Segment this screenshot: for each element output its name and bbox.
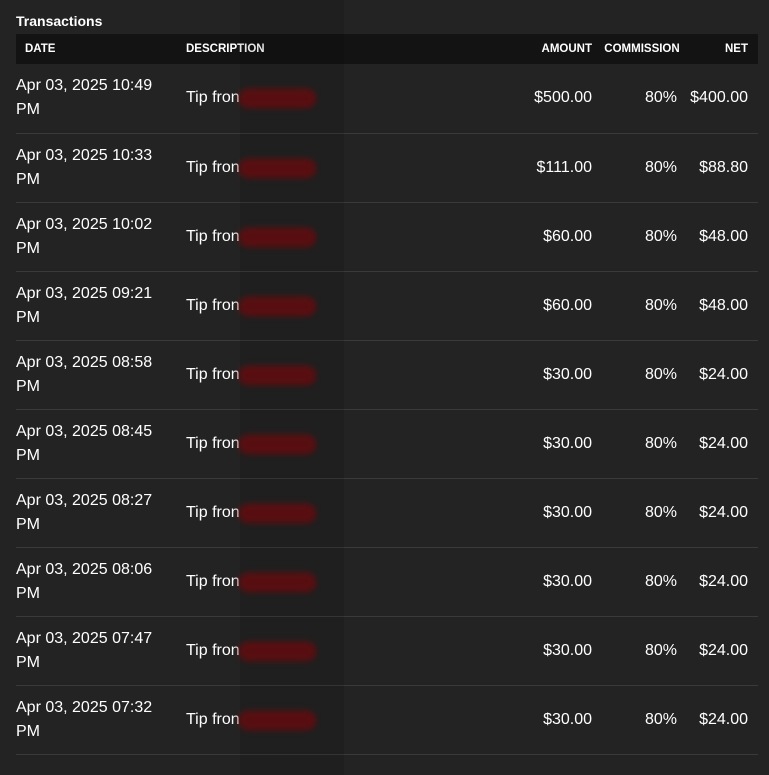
transaction-net: $48.00	[699, 296, 748, 314]
column-header-amount[interactable]: AMOUNT	[521, 34, 597, 64]
transaction-description: Tip fron	[186, 572, 240, 590]
table-row[interactable]: Apr 03, 2025 08:58 PM Tip fron $30.00 80…	[16, 340, 758, 409]
transaction-date: Apr 03, 2025 08:06 PM	[16, 560, 153, 602]
transaction-commission: 80%	[644, 227, 677, 245]
transaction-date: Apr 03, 2025 10:49 PM	[16, 77, 153, 119]
transaction-description: Tip fron	[186, 89, 240, 107]
transaction-date: Apr 03, 2025 09:21 PM	[16, 284, 153, 326]
table-row[interactable]: Apr 03, 2025 08:45 PM Tip fron $30.00 80…	[16, 409, 758, 478]
transaction-description-cell: Tip fron	[186, 616, 521, 685]
transaction-net: $88.80	[699, 158, 748, 176]
transaction-description: Tip fron	[186, 710, 240, 728]
transaction-description-cell: Tip fron	[186, 547, 521, 616]
table-body: Apr 03, 2025 10:49 PM Tip fron $500.00 8…	[16, 64, 758, 754]
transaction-amount: $30.00	[543, 641, 592, 659]
transaction-description: Tip fron	[186, 227, 240, 245]
redacted-username	[237, 157, 316, 178]
table-row[interactable]: Apr 03, 2025 07:32 PM Tip fron $30.00 80…	[16, 685, 758, 754]
transaction-amount: $500.00	[534, 89, 592, 107]
redacted-username	[237, 295, 316, 316]
transaction-commission: 80%	[644, 503, 677, 521]
transaction-date: Apr 03, 2025 07:47 PM	[16, 629, 153, 671]
transaction-commission: 80%	[644, 296, 677, 314]
transaction-description: Tip fron	[186, 158, 240, 176]
table-header-row: DATE DESCRIPTION AMOUNT COMMISSION NET	[16, 34, 758, 64]
redacted-username	[237, 709, 316, 730]
transaction-date: Apr 03, 2025 08:27 PM	[16, 491, 153, 533]
transaction-commission: 80%	[644, 365, 677, 383]
transaction-date: Apr 03, 2025 08:45 PM	[16, 422, 153, 464]
transaction-description-cell: Tip fron	[186, 409, 521, 478]
transaction-amount: $30.00	[543, 710, 592, 728]
transaction-description-cell: Tip fron	[186, 478, 521, 547]
transaction-description: Tip fron	[186, 365, 240, 383]
transaction-net: $24.00	[699, 503, 748, 521]
table-row[interactable]: Apr 03, 2025 08:06 PM Tip fron $30.00 80…	[16, 547, 758, 616]
transaction-net: $24.00	[699, 710, 748, 728]
column-header-net[interactable]: NET	[687, 34, 758, 64]
redacted-username	[237, 88, 316, 109]
transaction-description-cell: Tip fron	[186, 133, 521, 202]
table-row[interactable]: Apr 03, 2025 10:49 PM Tip fron $500.00 8…	[16, 64, 758, 133]
transaction-date: Apr 03, 2025 10:02 PM	[16, 215, 153, 257]
transaction-commission: 80%	[644, 434, 677, 452]
transaction-date: Apr 03, 2025 10:33 PM	[16, 146, 153, 188]
table-row[interactable]: Apr 03, 2025 09:21 PM Tip fron $60.00 80…	[16, 271, 758, 340]
transaction-net: $24.00	[699, 365, 748, 383]
redacted-username	[237, 433, 316, 454]
column-header-commission[interactable]: COMMISSION	[597, 34, 687, 64]
transaction-amount: $111.00	[536, 158, 592, 176]
transaction-net: $24.00	[699, 434, 748, 452]
transaction-description: Tip fron	[186, 641, 240, 659]
panel-title: Transactions	[16, 13, 103, 29]
redacted-username	[237, 640, 316, 661]
transaction-amount: $60.00	[543, 227, 592, 245]
transaction-amount: $30.00	[543, 434, 592, 452]
transaction-description-cell: Tip fron	[186, 271, 521, 340]
transaction-commission: 80%	[644, 89, 677, 107]
table-row[interactable]: Apr 03, 2025 10:33 PM Tip fron $111.00 8…	[16, 133, 758, 202]
column-header-description[interactable]: DESCRIPTION	[186, 34, 521, 64]
table-row[interactable]: Apr 03, 2025 08:27 PM Tip fron $30.00 80…	[16, 478, 758, 547]
transaction-commission: 80%	[644, 572, 677, 590]
transaction-net: $400.00	[690, 89, 748, 107]
transaction-description-cell: Tip fron	[186, 202, 521, 271]
transaction-commission: 80%	[644, 641, 677, 659]
transaction-net: $24.00	[699, 572, 748, 590]
transaction-amount: $30.00	[543, 503, 592, 521]
transaction-description-cell: Tip fron	[186, 340, 521, 409]
redacted-username	[237, 226, 316, 247]
redacted-username	[237, 571, 316, 592]
transactions-table: DATE DESCRIPTION AMOUNT COMMISSION NET A…	[16, 34, 758, 755]
transaction-commission: 80%	[644, 710, 677, 728]
column-header-date[interactable]: DATE	[16, 34, 186, 64]
transactions-panel: Transactions DATE DESCRIPTION AMOUNT COM…	[0, 0, 769, 775]
transaction-amount: $30.00	[543, 365, 592, 383]
redacted-username	[237, 502, 316, 523]
transaction-amount: $30.00	[543, 572, 592, 590]
table-row[interactable]: Apr 03, 2025 07:47 PM Tip fron $30.00 80…	[16, 616, 758, 685]
transaction-description-cell: Tip fron	[186, 685, 521, 754]
transaction-date: Apr 03, 2025 08:58 PM	[16, 353, 153, 395]
transaction-description: Tip fron	[186, 434, 240, 452]
transaction-description-cell: Tip fron	[186, 64, 521, 133]
redacted-username	[237, 364, 316, 385]
transaction-date: Apr 03, 2025 07:32 PM	[16, 698, 153, 740]
transaction-description: Tip fron	[186, 296, 240, 314]
table-header: DATE DESCRIPTION AMOUNT COMMISSION NET	[16, 34, 758, 64]
transaction-amount: $60.00	[543, 296, 592, 314]
transaction-commission: 80%	[644, 158, 677, 176]
transaction-net: $48.00	[699, 227, 748, 245]
transaction-net: $24.00	[699, 641, 748, 659]
table-row[interactable]: Apr 03, 2025 10:02 PM Tip fron $60.00 80…	[16, 202, 758, 271]
transaction-description: Tip fron	[186, 503, 240, 521]
